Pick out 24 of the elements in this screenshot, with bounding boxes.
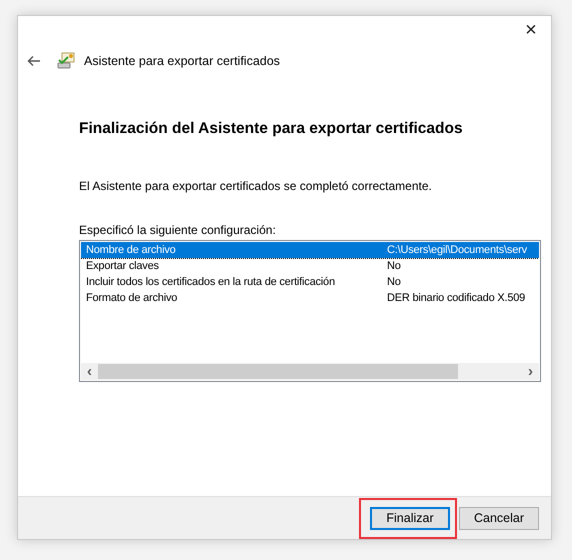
setting-name: Exportar claves xyxy=(85,259,160,274)
setting-value: DER binario codificado X.509 xyxy=(387,291,526,306)
completion-message: El Asistente para exportar certificados se completó correctamente. xyxy=(79,178,433,196)
dialog-button[interactable]: Finalizar xyxy=(370,506,450,530)
list-row[interactable]: Formato de archivo DER binario codificado X.509 xyxy=(81,290,539,306)
scroll-left-arrow[interactable]: ‹ xyxy=(81,363,98,380)
horizontal-scrollbar[interactable]: ‹ › xyxy=(81,363,539,380)
setting-name: Nombre de archivo xyxy=(85,243,177,258)
list-label: Especificó la siguiente configuración: xyxy=(79,222,277,240)
window-title: Asistente para exportar certificados xyxy=(84,52,280,70)
setting-value: No xyxy=(387,275,402,290)
setting-value: No xyxy=(387,259,402,274)
setting-value: C:\Users\egil\Documents\serv xyxy=(387,243,528,258)
setting-name: Formato de archivo xyxy=(85,291,178,306)
scrollbar-thumb[interactable] xyxy=(98,364,458,380)
setting-name: Incluir todos los certificados en la ruta de certificación xyxy=(85,275,336,290)
list-row[interactable]: Incluir todos los certificados en la ruta de certificación No xyxy=(81,274,539,290)
wizard-heading: Finalización del Asistente para exportar certificados xyxy=(79,119,464,139)
close-button[interactable]: × xyxy=(511,16,551,44)
scroll-right-arrow[interactable]: › xyxy=(522,363,539,380)
certificate-icon xyxy=(56,52,76,70)
list-row[interactable]: Exportar claves No xyxy=(81,258,539,274)
list-row[interactable]: Nombre de archivo C:\Users\egil\Documents\serv xyxy=(81,242,539,258)
dialog-button[interactable]: Cancelar xyxy=(459,506,539,530)
